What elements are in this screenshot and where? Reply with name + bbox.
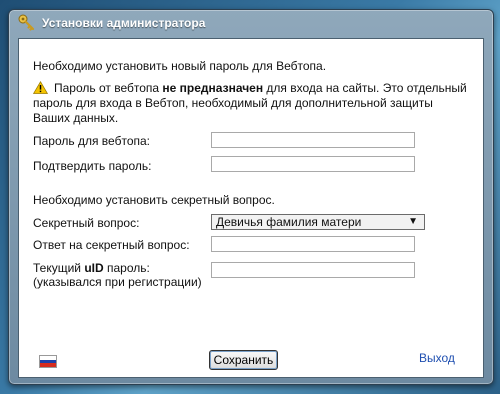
confirm-password-label: Подтвердить пароль:: [33, 159, 152, 173]
confirm-password-input[interactable]: [211, 156, 415, 172]
secret-answer-label: Ответ на секретный вопрос:: [33, 238, 190, 252]
uid-password-input[interactable]: [211, 262, 415, 278]
warning-message: Пароль от вебтопа не предназначен для вх…: [33, 81, 473, 126]
uid-label-prefix: Текущий: [33, 261, 85, 275]
warning-icon: [33, 81, 48, 94]
uid-label-suffix: пароль:: [103, 261, 150, 275]
intro-text: Необходимо установить новый пароль для В…: [33, 59, 327, 73]
uid-label-note: (указывался при регистрации): [33, 275, 202, 289]
password-input[interactable]: [211, 132, 415, 148]
warning-text-bold: не предназначен: [162, 81, 264, 95]
uid-password-label: Текущий uID пароль: (указывался при реги…: [33, 261, 202, 289]
dropdown-arrow-icon: ▼: [408, 216, 418, 227]
russian-flag-icon[interactable]: [39, 355, 57, 368]
window-title: Установки администратора: [42, 16, 206, 30]
key-icon: [18, 14, 35, 31]
admin-settings-window: Установки администратора Необходимо уста…: [8, 9, 494, 385]
secret-question-label: Секретный вопрос:: [33, 216, 140, 230]
settings-panel: Необходимо установить новый пароль для В…: [18, 38, 484, 378]
warning-text-1: Пароль от вебтопа: [54, 81, 163, 95]
title-bar: Установки администратора: [9, 10, 493, 36]
secret-question-select[interactable]: Девичья фамилия матери ▼: [211, 214, 425, 230]
secret-question-section-title: Необходимо установить секретный вопрос.: [33, 193, 275, 207]
secret-answer-input[interactable]: [211, 236, 415, 252]
password-label: Пароль для вебтопа:: [33, 134, 150, 148]
uid-label-bold: uID: [84, 261, 104, 275]
secret-question-value: Девичья фамилия матери: [216, 215, 362, 229]
save-button[interactable]: Сохранить: [209, 350, 278, 370]
exit-link[interactable]: Выход: [419, 351, 455, 365]
